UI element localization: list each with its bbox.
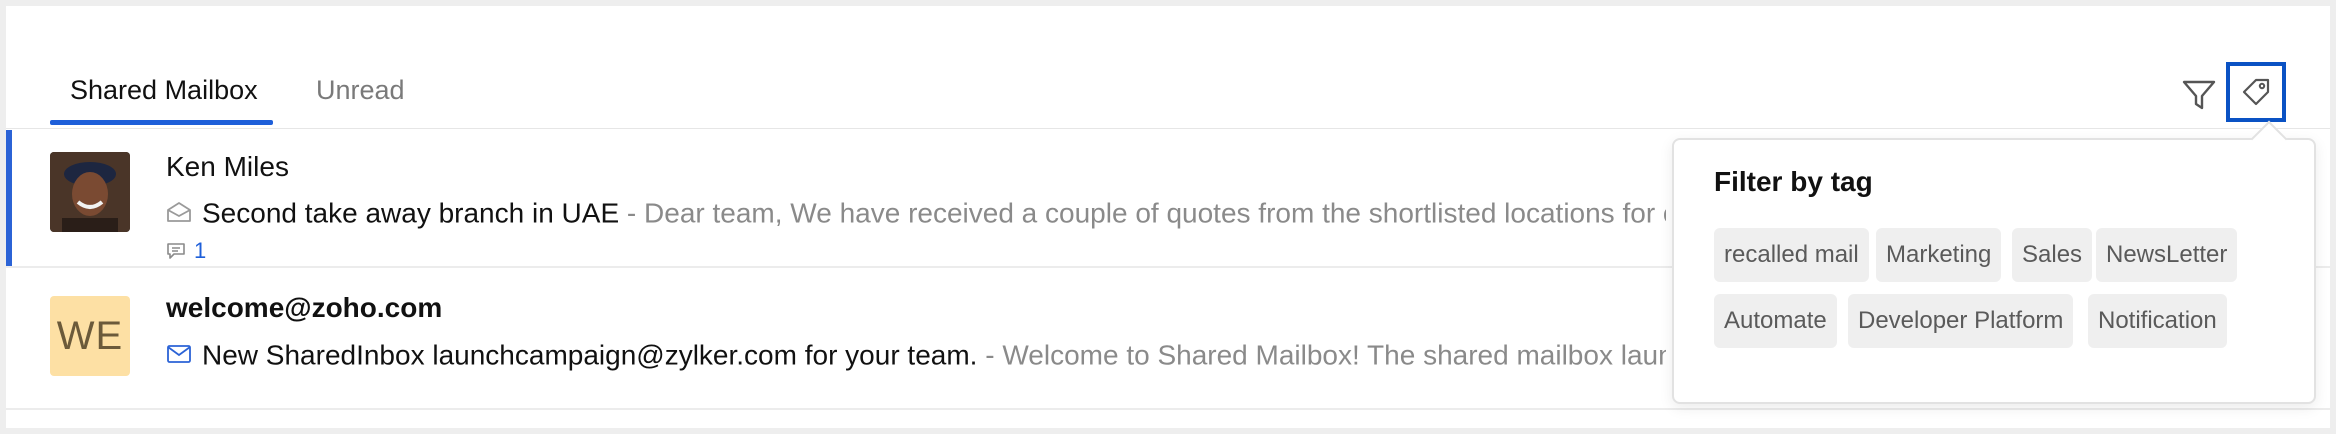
tag-filter-popover: Filter by tag recalled mail Marketing Sa… — [1672, 138, 2316, 404]
sender-name: welcome@zoho.com — [166, 292, 443, 323]
active-tab-indicator — [50, 120, 273, 125]
tab-shared-mailbox[interactable]: Shared Mailbox — [70, 75, 258, 106]
selected-indicator — [6, 130, 12, 266]
tag-filter-button[interactable] — [2226, 62, 2286, 122]
envelope-open-icon — [166, 198, 192, 230]
tag-icon — [2242, 78, 2270, 106]
mail-subject: New SharedInbox launchcampaign@zylker.co… — [202, 339, 978, 371]
avatar: WE — [50, 296, 130, 376]
comment-icon — [167, 243, 185, 259]
tag-chip[interactable]: recalled mail — [1714, 228, 1869, 282]
mail-preview: - Dear team, We have received a couple o… — [619, 197, 1666, 229]
envelope-unread-icon — [166, 340, 192, 372]
toolbar-divider — [6, 128, 2330, 129]
filter-icon[interactable] — [2180, 76, 2218, 114]
tag-chip[interactable]: Marketing — [1876, 228, 2002, 282]
tag-chip[interactable]: Developer Platform — [1848, 294, 2074, 348]
comment-count[interactable]: 1 — [166, 238, 206, 264]
tab-unread[interactable]: Unread — [316, 75, 405, 106]
tag-chip[interactable]: NewsLetter — [2096, 228, 2238, 282]
mail-preview: - Welcome to Shared Mailbox! The shared … — [977, 339, 1666, 371]
tag-chip[interactable]: Notification — [2088, 294, 2227, 348]
row-divider — [6, 408, 2330, 410]
popover-title: Filter by tag — [1714, 166, 1873, 197]
mail-summary: Second take away branch in UAE - Dear te… — [166, 196, 1666, 232]
comment-count-value: 1 — [194, 238, 207, 263]
avatar — [50, 152, 130, 232]
tag-chip[interactable]: Automate — [1714, 294, 1837, 348]
tag-chip[interactable]: Sales — [2012, 228, 2093, 282]
mail-summary: New SharedInbox launchcampaign@zylker.co… — [166, 338, 1666, 374]
sender-name: Ken Miles — [166, 151, 289, 182]
mail-subject: Second take away branch in UAE — [202, 197, 620, 229]
